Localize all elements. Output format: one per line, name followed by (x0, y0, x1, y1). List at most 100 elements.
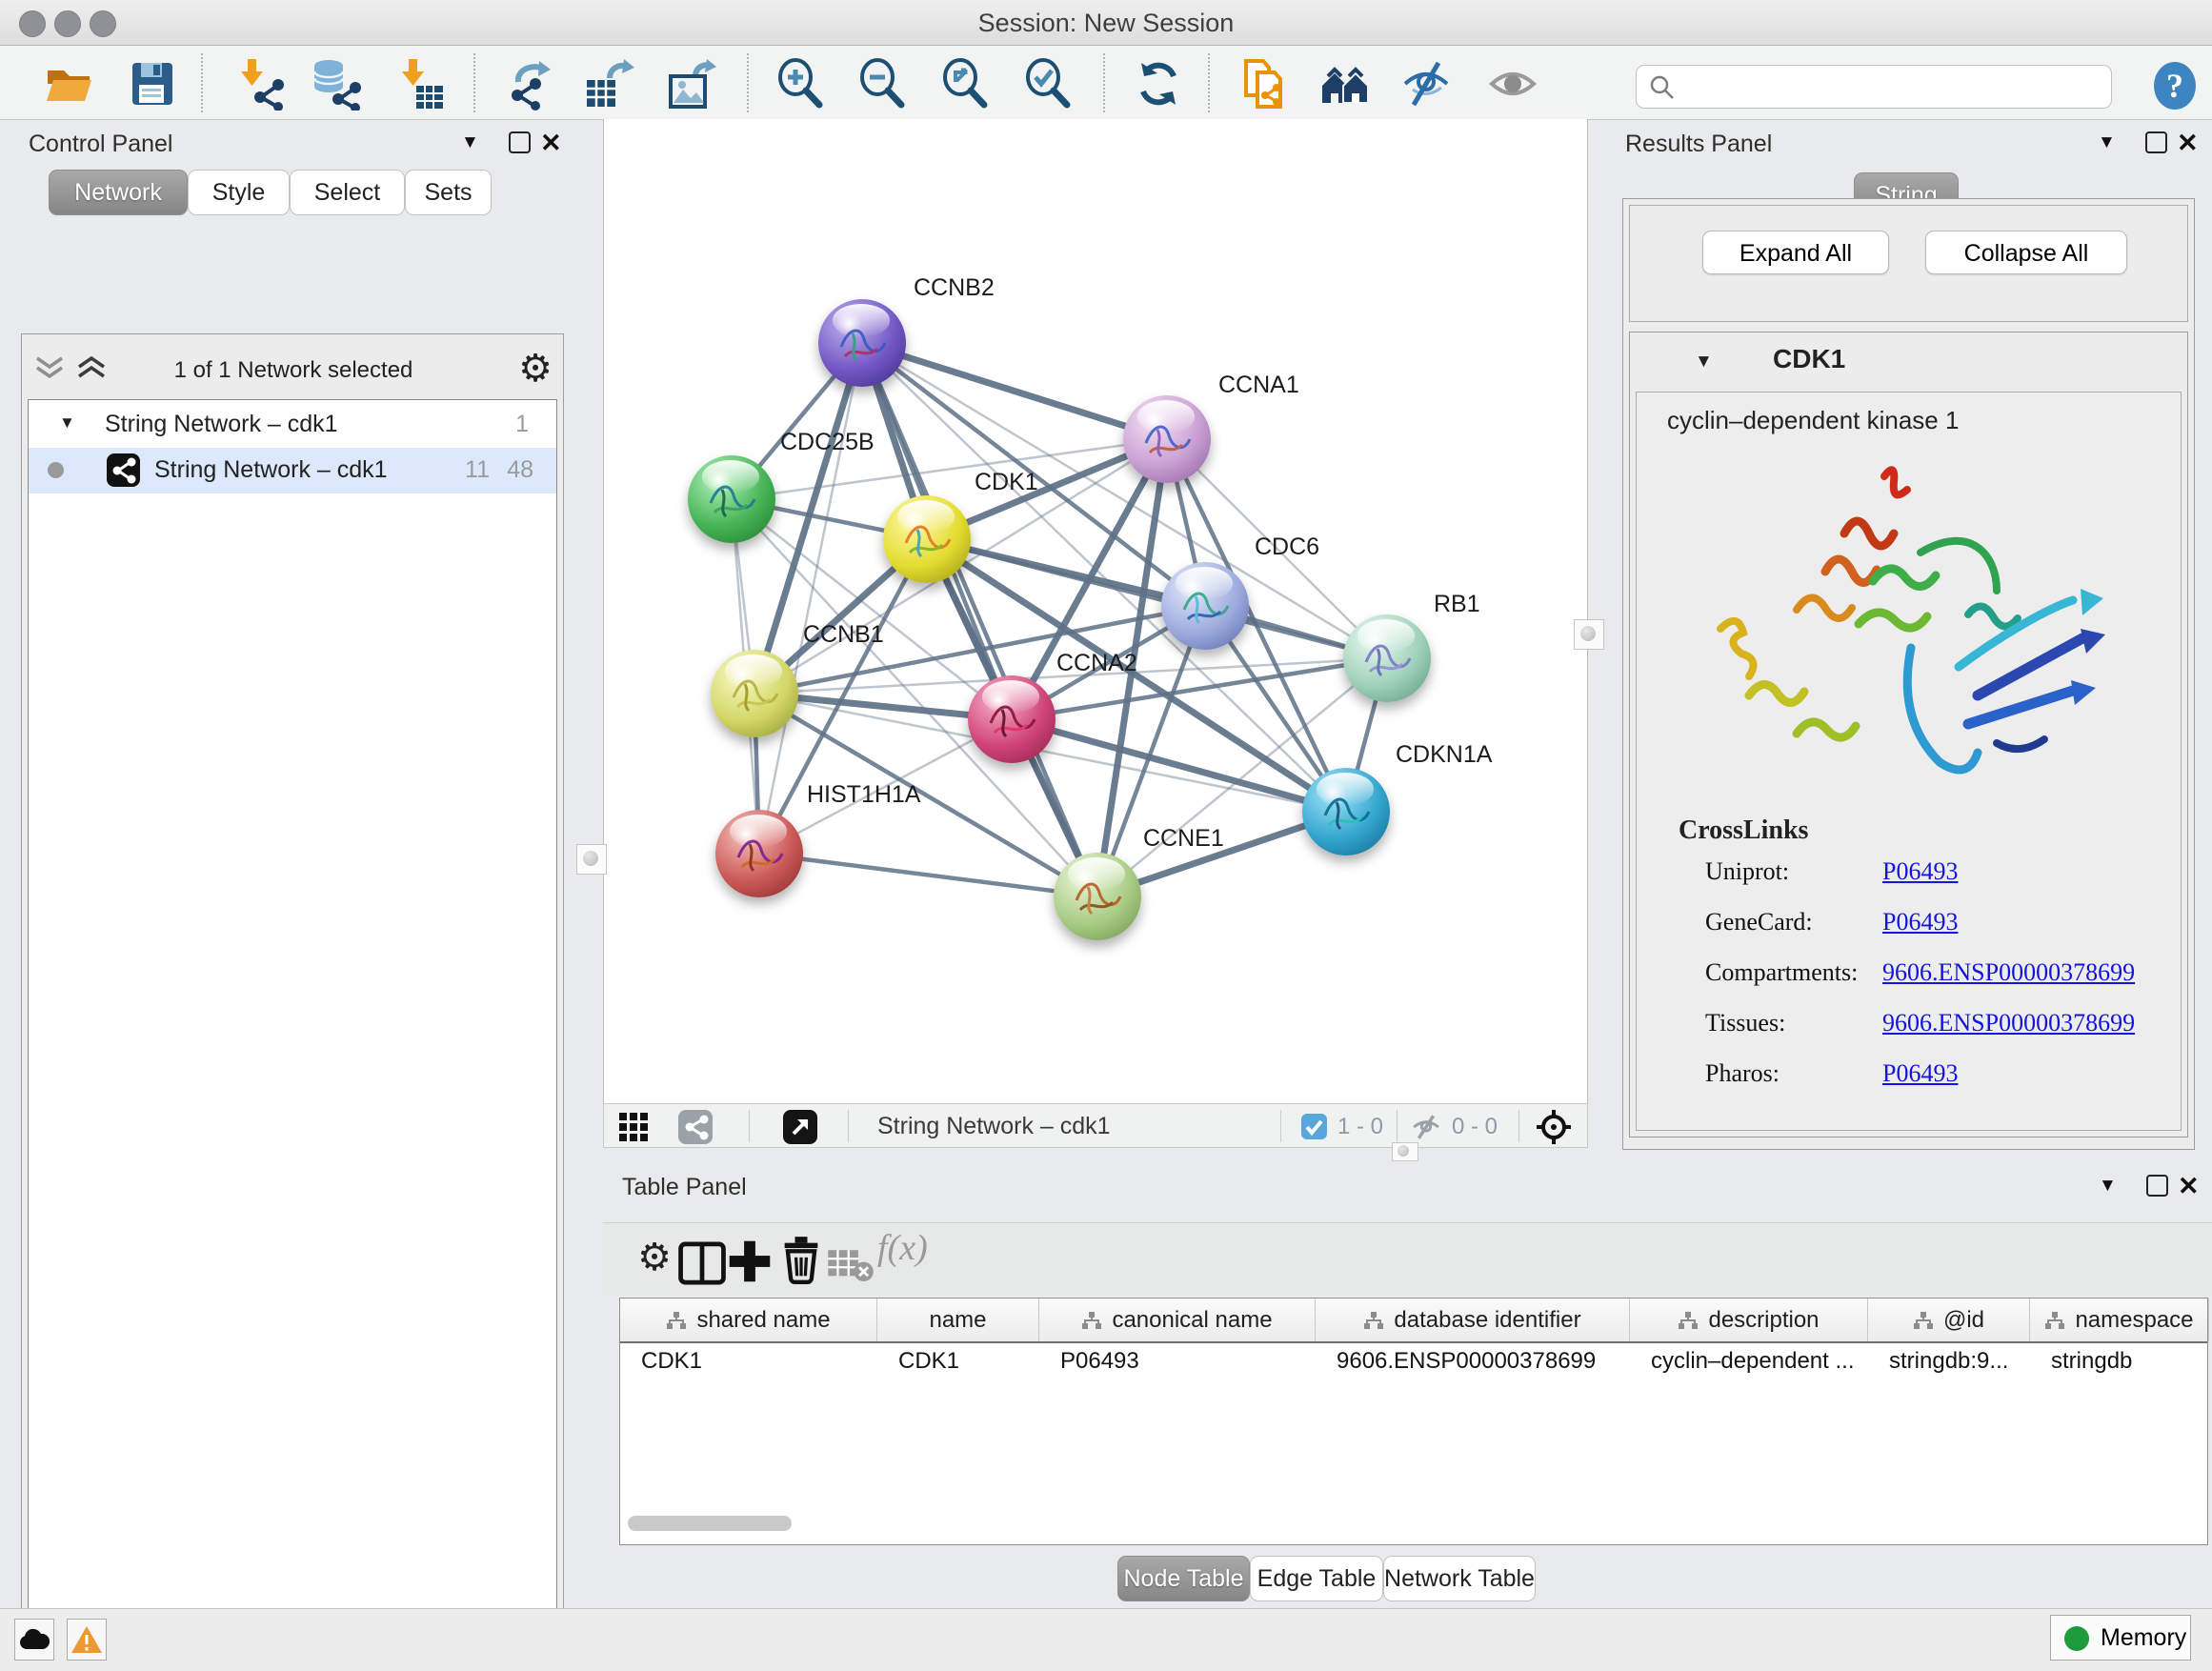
import-network-database-icon[interactable] (310, 57, 363, 111)
node-label-CCNA1: CCNA1 (1218, 372, 1299, 399)
node-structure-thumbnail (688, 455, 775, 543)
table-panel-close-icon[interactable]: ✕ (2178, 1174, 2200, 1199)
node-CDC6[interactable] (1161, 562, 1249, 650)
column-header-database-identifier[interactable]: database identifier (1316, 1299, 1630, 1341)
column-header-namespace[interactable]: namespace (2030, 1299, 2209, 1341)
tab-style[interactable]: Style (188, 170, 290, 215)
column-header-description[interactable]: description (1630, 1299, 1868, 1341)
tab-select[interactable]: Select (290, 170, 405, 215)
zoom-out-icon[interactable] (855, 57, 909, 111)
results-panel-close-icon[interactable]: ✕ (2177, 131, 2199, 156)
node-CCNB2[interactable] (818, 299, 906, 387)
network-share-view-icon[interactable] (678, 1110, 713, 1144)
export-image-icon[interactable] (663, 57, 716, 111)
network-canvas[interactable]: CCNB2 CCNA1 CDC25B CDK1 CDC6 RB1 CCNB1 (603, 119, 1588, 1103)
tab-network-table[interactable]: Network Table (1383, 1556, 1536, 1601)
toolbar-separator (201, 53, 203, 112)
crosslink-value-link[interactable]: 9606.ENSP00000378699 (1882, 1009, 2135, 1037)
network-collection-row[interactable]: ▼ String Network – cdk1 1 (29, 402, 556, 448)
cdk1-collapse-icon[interactable]: ▼ (1695, 352, 1713, 372)
delete-column-icon[interactable] (776, 1235, 826, 1284)
column-header--id[interactable]: @id (1868, 1299, 2030, 1341)
refresh-icon[interactable] (1132, 57, 1185, 111)
selected-nodes-checkbox-icon[interactable] (1301, 1114, 1327, 1139)
tab-edge-table[interactable]: Edge Table (1250, 1556, 1383, 1601)
crosslink-value-link[interactable]: P06493 (1882, 1059, 1958, 1088)
tab-network[interactable]: Network (49, 170, 188, 215)
copy-network-icon[interactable] (1237, 57, 1290, 111)
horizontal-scrollbar[interactable] (628, 1516, 792, 1531)
add-column-icon[interactable] (725, 1237, 774, 1286)
node-CCNA2[interactable] (968, 675, 1056, 763)
import-network-file-icon[interactable] (232, 57, 286, 111)
crosslink-value-link[interactable]: 9606.ENSP00000378699 (1882, 958, 2135, 987)
memory-button[interactable]: Memory (2050, 1615, 2191, 1661)
tree-expander-icon[interactable]: ▼ (59, 413, 75, 433)
node-label-CDKN1A: CDKN1A (1396, 741, 1492, 769)
table-cell[interactable]: P06493 (1039, 1343, 1316, 1379)
export-table-icon[interactable] (581, 57, 634, 111)
table-panel-float-icon[interactable] (2146, 1175, 2168, 1197)
node-CCNE1[interactable] (1054, 853, 1141, 940)
zoom-fit-icon[interactable] (938, 57, 992, 111)
first-neighbors-icon[interactable] (1318, 57, 1372, 111)
table-panel-menu-icon[interactable]: ▼ (2099, 1176, 2117, 1197)
table-cell[interactable]: cyclin–dependent ... (1630, 1343, 1868, 1379)
node-label-CCNB1: CCNB1 (803, 621, 884, 649)
save-session-icon[interactable] (125, 57, 178, 111)
expand-all-button[interactable]: Expand All (1702, 231, 1889, 274)
node-CCNB1[interactable] (711, 650, 798, 737)
zoom-selected-icon[interactable] (1021, 57, 1075, 111)
show-all-eye-icon[interactable] (1486, 57, 1539, 111)
control-panel-float-icon[interactable] (509, 131, 531, 153)
cloud-status-icon[interactable] (14, 1619, 54, 1661)
table-row[interactable]: CDK1CDK1P064939606.ENSP00000378699cyclin… (620, 1343, 2207, 1379)
search-box (1636, 65, 2112, 109)
column-header-shared-name[interactable]: shared name (620, 1299, 877, 1341)
table-cell[interactable]: 9606.ENSP00000378699 (1316, 1343, 1630, 1379)
hide-selected-eye-icon[interactable] (1399, 57, 1453, 111)
column-header-name[interactable]: name (877, 1299, 1039, 1341)
table-cell[interactable]: CDK1 (877, 1343, 1039, 1379)
control-panel-close-icon[interactable]: ✕ (540, 131, 562, 156)
network-view-toolbar: String Network – cdk1 1 - 0 0 - 0 (603, 1103, 1588, 1148)
export-network-icon[interactable] (503, 57, 556, 111)
right-splitter-handle[interactable] (1574, 619, 1604, 650)
tab-node-table[interactable]: Node Table (1117, 1556, 1250, 1601)
node-label-CCNE1: CCNE1 (1143, 825, 1224, 853)
network-row-selected[interactable]: String Network – cdk1 11 48 (29, 448, 556, 493)
table-cell[interactable]: stringdb (2030, 1343, 2209, 1379)
table-options-gear-icon[interactable]: ⚙ (630, 1233, 679, 1282)
node-CCNA1[interactable] (1123, 395, 1211, 483)
results-panel-menu-icon[interactable]: ▼ (2098, 132, 2116, 153)
node-CDKN1A[interactable] (1302, 768, 1390, 856)
warning-status-icon[interactable] (67, 1619, 107, 1661)
grid-view-icon[interactable] (619, 1113, 648, 1141)
table-cell[interactable]: CDK1 (620, 1343, 877, 1379)
crosslink-value-link[interactable]: P06493 (1882, 908, 1958, 936)
collapse-all-button[interactable]: Collapse All (1925, 231, 2127, 274)
zoom-in-icon[interactable] (774, 57, 827, 111)
node-RB1[interactable] (1343, 614, 1431, 702)
node-CDK1[interactable] (883, 495, 971, 583)
help-icon[interactable]: ? (2148, 59, 2202, 112)
node-structure-thumbnail (883, 495, 971, 583)
node-HIST1H1A[interactable] (715, 810, 803, 897)
birds-eye-view-icon[interactable] (1535, 1108, 1573, 1146)
column-header-canonical-name[interactable]: canonical name (1039, 1299, 1316, 1341)
crosslink-value-link[interactable]: P06493 (1882, 857, 1958, 886)
bottom-splitter-handle[interactable] (1392, 1142, 1418, 1161)
results-panel-float-icon[interactable] (2145, 131, 2167, 153)
network-options-gear-icon[interactable]: ⚙ (513, 344, 557, 393)
open-in-new-window-icon[interactable] (783, 1110, 817, 1144)
show-columns-icon[interactable] (677, 1238, 727, 1288)
cdk1-result-section: ▼ CDK1 cyclin–dependent kinase 1 (1629, 332, 2188, 1137)
left-splitter-handle[interactable] (576, 844, 607, 875)
node-CDC25B[interactable] (688, 455, 775, 543)
control-panel-menu-icon[interactable]: ▼ (461, 132, 479, 153)
table-cell[interactable]: stringdb:9... (1868, 1343, 2030, 1379)
search-input[interactable] (1686, 70, 2100, 104)
tab-sets[interactable]: Sets (405, 170, 492, 215)
import-table-file-icon[interactable] (393, 57, 447, 111)
open-session-icon[interactable] (42, 57, 95, 111)
